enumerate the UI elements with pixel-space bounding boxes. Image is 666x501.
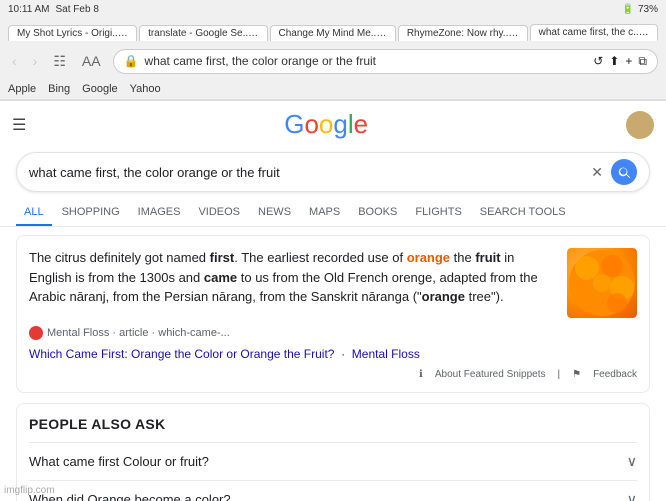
source-name: Mental Floss · article · which-came-... xyxy=(47,327,230,339)
snippet-bold-first: first xyxy=(210,250,235,265)
battery-icon: 🔋 xyxy=(622,4,634,15)
search-tabs: ALL SHOPPING IMAGES VIDEOS NEWS MAPS BOO… xyxy=(0,200,666,227)
google-header: ☰ Google xyxy=(0,101,666,148)
nav-bar: ‹ › ☷ AA 🔒 what came first, the color or… xyxy=(0,44,666,78)
tab-4-active[interactable]: what came first, the c... ✕ xyxy=(530,24,658,41)
about-featured-icon: ℹ xyxy=(419,369,423,380)
tab-1[interactable]: translate - Google Se... ✕ xyxy=(139,25,267,41)
featured-snippet: The citrus definitely got named first. T… xyxy=(16,235,650,393)
tab-flights[interactable]: FLIGHTS xyxy=(407,200,469,226)
tab-close-1[interactable]: ✕ xyxy=(258,28,266,39)
tab-search-tools[interactable]: SEARCH TOOLS xyxy=(472,200,574,226)
reader-mode-button[interactable]: AA xyxy=(78,51,105,71)
search-button[interactable] xyxy=(611,159,637,185)
address-text: what came first, the color orange or the… xyxy=(145,54,588,68)
snippet-bold-fruit: fruit xyxy=(475,250,500,265)
tab-close-2[interactable]: ✕ xyxy=(386,28,394,39)
paa-question-0: What came first Colour or fruit? xyxy=(29,454,209,469)
tab-news[interactable]: NEWS xyxy=(250,200,299,226)
snippet-text-2: . The earliest recorded use of xyxy=(234,250,406,265)
user-avatar[interactable] xyxy=(626,111,654,139)
bookmark-google[interactable]: Google xyxy=(82,83,117,95)
snippet-content: The citrus definitely got named first. T… xyxy=(29,248,637,318)
snippet-source: Mental Floss · article · which-came-... xyxy=(29,326,637,340)
bookmark-yahoo[interactable]: Yahoo xyxy=(130,83,161,95)
tab-close-3[interactable]: ✕ xyxy=(518,28,526,39)
paa-section: PEOPLE ALSO ASK What came first Colour o… xyxy=(16,403,650,501)
tab-maps[interactable]: MAPS xyxy=(301,200,348,226)
search-input[interactable] xyxy=(29,165,583,180)
tab-overview-button[interactable]: ☷ xyxy=(49,51,70,72)
tab-3[interactable]: RhymeZone: Now rhy... ✕ xyxy=(398,25,528,41)
snippet-divider: | xyxy=(558,369,561,380)
paa-title: PEOPLE ALSO ASK xyxy=(29,416,637,432)
battery-level: 73% xyxy=(638,4,658,15)
lock-icon: 🔒 xyxy=(124,54,139,68)
tab-close-0[interactable]: ✕ xyxy=(127,28,135,39)
date: Sat Feb 8 xyxy=(56,4,99,15)
hamburger-menu[interactable]: ☰ xyxy=(12,115,26,135)
snippet-bold-orange2: orange xyxy=(422,289,465,304)
snippet-bold-came: came xyxy=(204,270,237,285)
status-bar: 10:11 AM Sat Feb 8 🔋 73% xyxy=(0,0,666,18)
snippet-link[interactable]: Which Came First: Orange the Color or Or… xyxy=(29,346,637,361)
bookmark-bing[interactable]: Bing xyxy=(48,83,70,95)
snippet-bold-orange: orange xyxy=(407,250,450,265)
address-icons: ↺ ⬆ + ⧉ xyxy=(593,54,647,69)
tab-2[interactable]: Change My Mind Me... ✕ xyxy=(270,25,396,41)
back-button[interactable]: ‹ xyxy=(8,51,21,71)
tab-images[interactable]: IMAGES xyxy=(130,200,189,226)
snippet-text-3: the xyxy=(450,250,475,265)
search-container: ✕ xyxy=(0,148,666,200)
clear-search-icon[interactable]: ✕ xyxy=(591,164,603,181)
snippet-image xyxy=(567,248,637,318)
paa-item-1[interactable]: When did Orange become a color? ∨ xyxy=(29,480,637,501)
bookmark-apple[interactable]: Apple xyxy=(8,83,36,95)
search-box[interactable]: ✕ xyxy=(16,152,650,192)
reload-icon[interactable]: ↺ xyxy=(593,54,603,68)
watermark: imgflip.com xyxy=(4,485,55,496)
source-favicon xyxy=(29,326,43,340)
tabs-count-icon[interactable]: ⧉ xyxy=(638,54,647,69)
tab-0[interactable]: My Shot Lyrics - Origi... ✕ xyxy=(8,25,137,41)
paa-item-0[interactable]: What came first Colour or fruit? ∨ xyxy=(29,442,637,480)
address-bar[interactable]: 🔒 what came first, the color orange or t… xyxy=(113,49,658,74)
tab-close-4[interactable]: ✕ xyxy=(648,27,656,38)
time: 10:11 AM xyxy=(8,4,50,15)
feedback-icon: ⚑ xyxy=(572,369,581,380)
status-left: 10:11 AM Sat Feb 8 xyxy=(8,4,99,15)
tab-all[interactable]: ALL xyxy=(16,200,52,226)
orange-fruit-image xyxy=(567,248,637,318)
forward-button[interactable]: › xyxy=(29,51,42,71)
snippet-article-link[interactable]: Which Came First: Orange the Color or Or… xyxy=(29,347,420,361)
chevron-down-icon-0: ∨ xyxy=(627,453,637,470)
tab-videos[interactable]: VIDEOS xyxy=(190,200,248,226)
status-right: 🔋 73% xyxy=(622,4,658,15)
snippet-text: The citrus definitely got named first. T… xyxy=(29,248,555,318)
feedback-text[interactable]: Feedback xyxy=(593,369,637,380)
bookmarks-bar: Apple Bing Google Yahoo xyxy=(0,78,666,100)
snippet-footer: ℹ About Featured Snippets | ⚑ Feedback xyxy=(29,369,637,380)
tab-shopping[interactable]: SHOPPING xyxy=(54,200,128,226)
about-featured-text[interactable]: About Featured Snippets xyxy=(435,369,546,380)
tabs-row: My Shot Lyrics - Origi... ✕ translate - … xyxy=(0,18,666,44)
add-tab-icon[interactable]: + xyxy=(625,54,632,68)
share-icon[interactable]: ⬆ xyxy=(609,54,619,68)
results-area: The citrus definitely got named first. T… xyxy=(0,227,666,501)
snippet-text-6: tree"). xyxy=(465,289,504,304)
browser-chrome: My Shot Lyrics - Origi... ✕ translate - … xyxy=(0,18,666,101)
google-logo: Google xyxy=(26,109,626,140)
browser-content: ☰ Google ✕ ALL SHOPPING IMAGES VIDEOS NE… xyxy=(0,101,666,501)
tab-books[interactable]: BOOKS xyxy=(350,200,405,226)
snippet-text-1: The citrus definitely got named xyxy=(29,250,210,265)
